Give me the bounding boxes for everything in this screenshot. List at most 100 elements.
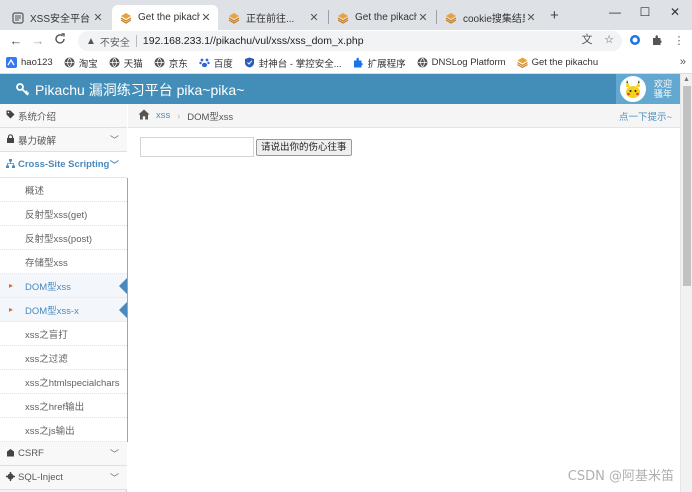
tab-title: Get the pikachu bbox=[138, 12, 200, 23]
scrollbar-thumb[interactable] bbox=[683, 86, 691, 286]
sidebar-item-bruteforce[interactable]: 暴力破解 ﹀ bbox=[0, 128, 127, 152]
scroll-up-icon[interactable]: ▲ bbox=[683, 76, 690, 83]
tab-close-icon[interactable]: ✕ bbox=[308, 11, 320, 24]
translate-icon[interactable]: 文 bbox=[580, 33, 594, 47]
sidebar-subitem-label: xss之htmlspecialchars bbox=[25, 377, 120, 389]
bookmark-extensions[interactable]: 扩展程序 bbox=[353, 56, 406, 70]
welcome-line-1: 欢迎 bbox=[654, 79, 673, 89]
bookmark-label: 淘宝 bbox=[78, 58, 98, 70]
bookmark-label: 封神台 - 掌控安全... bbox=[258, 58, 342, 70]
sidebar-subitem-htmlspecialchars[interactable]: xss之htmlspecialchars bbox=[0, 370, 127, 394]
tab-loading[interactable]: 正在前往... ✕ bbox=[220, 5, 326, 30]
bookmark-fengshentai[interactable]: 封神台 - 掌控安全... bbox=[244, 56, 342, 70]
tab-favicon-icon bbox=[120, 12, 132, 24]
sidebar-item-csrf[interactable]: CSRF ﹀ bbox=[0, 442, 127, 466]
bookmark-label: DNSLog Platform bbox=[431, 57, 506, 68]
back-button[interactable]: ← bbox=[8, 33, 24, 49]
tab-close-icon[interactable]: ✕ bbox=[92, 11, 104, 24]
user-menu[interactable]: 欢迎 骚年 bbox=[616, 74, 680, 104]
home-icon[interactable] bbox=[138, 109, 150, 123]
baidu-paw-icon bbox=[199, 58, 210, 68]
avatar bbox=[620, 76, 646, 102]
sidebar-subitem-dom[interactable]: DOM型xss bbox=[0, 274, 127, 298]
tab-close-icon[interactable]: ✕ bbox=[525, 11, 537, 24]
sidebar-subitem-filter[interactable]: xss之过滤 bbox=[0, 346, 127, 370]
bookmark-baidu[interactable]: 百度 bbox=[199, 56, 233, 70]
lock-icon bbox=[6, 134, 16, 145]
bookmark-tmall[interactable]: 天猫 bbox=[109, 56, 143, 70]
brand-title: Pikachu 漏洞练习平台 pika~pika~ bbox=[35, 82, 245, 98]
bookmark-dnslog[interactable]: DNSLog Platform bbox=[417, 57, 506, 68]
breadcrumb-current: DOM型xss bbox=[187, 111, 234, 123]
bookmark-star-icon[interactable]: ☆ bbox=[602, 33, 616, 47]
top-navbar: Pikachu 漏洞练习平台 pika~pika~ 欢迎 骚年 bbox=[0, 74, 680, 104]
divider bbox=[135, 35, 137, 47]
breadcrumb-separator-icon: › bbox=[177, 110, 181, 121]
bookmark-taobao[interactable]: 淘宝 bbox=[64, 56, 98, 70]
bookmark-jd[interactable]: 京东 bbox=[154, 56, 188, 70]
globe-icon bbox=[109, 57, 120, 68]
tab-cookie-results[interactable]: cookie搜集结果 ✕ bbox=[437, 5, 543, 30]
maximize-button[interactable]: ☐ bbox=[630, 2, 660, 22]
breadcrumb-link-xss[interactable]: xss bbox=[156, 110, 170, 121]
bookmarks-bar: hao123 淘宝 天猫 京东 百度 封神台 - 掌控安全... 扩展程序 DN… bbox=[0, 52, 692, 74]
extensions-puzzle-icon[interactable] bbox=[650, 34, 664, 48]
extension-circle-icon[interactable] bbox=[628, 34, 642, 48]
sidebar-subitem-label: xss之盲打 bbox=[25, 329, 68, 341]
tab-get-the-pikachu-2[interactable]: Get the pikachu ✕ bbox=[329, 5, 435, 30]
new-tab-button[interactable]: + bbox=[550, 8, 559, 23]
page-viewport: Pikachu 漏洞练习平台 pika~pika~ 欢迎 骚年 系统介绍 暴力破… bbox=[0, 74, 692, 492]
forward-button[interactable]: → bbox=[30, 33, 46, 49]
tab-close-icon[interactable]: ✕ bbox=[417, 11, 429, 24]
globe-icon bbox=[154, 57, 165, 68]
sidebar-subitem-href[interactable]: xss之href输出 bbox=[0, 394, 127, 418]
sidebar-item-xss[interactable]: Cross-Site Scripting ﹀ bbox=[0, 152, 127, 178]
minimize-button[interactable]: — bbox=[600, 2, 630, 22]
sidebar-subitem-reflected-post[interactable]: 反射型xss(post) bbox=[0, 226, 127, 250]
xss-text-input[interactable] bbox=[140, 137, 254, 157]
tab-get-the-pikachu-active[interactable]: Get the pikachu ✕ bbox=[112, 5, 218, 30]
address-bar[interactable]: ▲ 不安全 192.168.233.1//pikachu/vul/xss/xss… bbox=[78, 31, 622, 51]
sidebar-item-label: 暴力破解 bbox=[18, 135, 57, 147]
bookmark-label: 天猫 bbox=[123, 58, 143, 70]
tab-close-icon[interactable]: ✕ bbox=[200, 11, 212, 24]
sidebar-subitem-label: 反射型xss(get) bbox=[25, 209, 88, 221]
sidebar-subitem-label: DOM型xss bbox=[25, 281, 71, 293]
reload-icon bbox=[55, 33, 65, 44]
sidebar-subitem-js[interactable]: xss之js输出 bbox=[0, 418, 127, 442]
tab-title: cookie搜集结果 bbox=[463, 14, 525, 25]
sidebar-item-label: Cross-Site Scripting bbox=[18, 159, 110, 170]
sidebar-item-intro[interactable]: 系统介绍 bbox=[0, 104, 127, 128]
gear-icon bbox=[6, 472, 16, 483]
shield-icon bbox=[244, 57, 254, 68]
page-scrollbar[interactable]: ▲ bbox=[680, 74, 692, 492]
tab-xss-platform[interactable]: XSS安全平台 ✕ bbox=[4, 5, 110, 30]
sidebar-subitem-overview[interactable]: 概述 bbox=[0, 178, 127, 202]
tab-favicon-icon bbox=[445, 12, 457, 24]
sidebar-item-sqli[interactable]: SQL-Inject ﹀ bbox=[0, 466, 127, 490]
reload-button[interactable] bbox=[52, 33, 68, 49]
brand[interactable]: Pikachu 漏洞练习平台 pika~pika~ bbox=[16, 80, 244, 100]
sidebar-subitem-blind[interactable]: xss之盲打 bbox=[0, 322, 127, 346]
sidebar-subitem-dom-x[interactable]: DOM型xss-x bbox=[0, 298, 127, 322]
hint-link[interactable]: 点一下提示~ bbox=[619, 109, 672, 123]
browser-toolbar: ← → ▲ 不安全 192.168.233.1//pikachu/vul/xss… bbox=[0, 30, 692, 52]
bookmarks-more-button[interactable]: » bbox=[680, 56, 686, 68]
watermark: CSDN @阿基米笛 bbox=[567, 469, 674, 484]
bookmark-hao123[interactable]: hao123 bbox=[6, 57, 53, 68]
chevron-down-icon: ﹀ bbox=[109, 160, 119, 170]
tab-favicon-icon bbox=[337, 12, 349, 24]
url-text[interactable]: 192.168.233.1//pikachu/vul/xss/xss_dom_x… bbox=[143, 35, 364, 47]
close-window-button[interactable]: ✕ bbox=[660, 2, 690, 22]
tab-title: 正在前往... bbox=[246, 14, 295, 25]
bookmark-label: 百度 bbox=[213, 58, 233, 70]
sitemap-icon bbox=[6, 159, 16, 170]
menu-dots-icon[interactable]: ⋮ bbox=[672, 34, 686, 48]
browser-tab-bar: XSS安全平台 ✕ Get the pikachu ✕ 正在前往... ✕ Ge… bbox=[0, 0, 692, 30]
sidebar-subitem-stored[interactable]: 存储型xss bbox=[0, 250, 127, 274]
warning-icon: ▲ bbox=[86, 35, 96, 47]
submit-button[interactable]: 请说出你的伤心往事 bbox=[256, 139, 352, 156]
bookmark-get-the-pikachu[interactable]: Get the pikachu bbox=[516, 57, 598, 68]
chevron-down-icon: ﹀ bbox=[109, 135, 119, 145]
sidebar-subitem-reflected-get[interactable]: 反射型xss(get) bbox=[0, 202, 127, 226]
